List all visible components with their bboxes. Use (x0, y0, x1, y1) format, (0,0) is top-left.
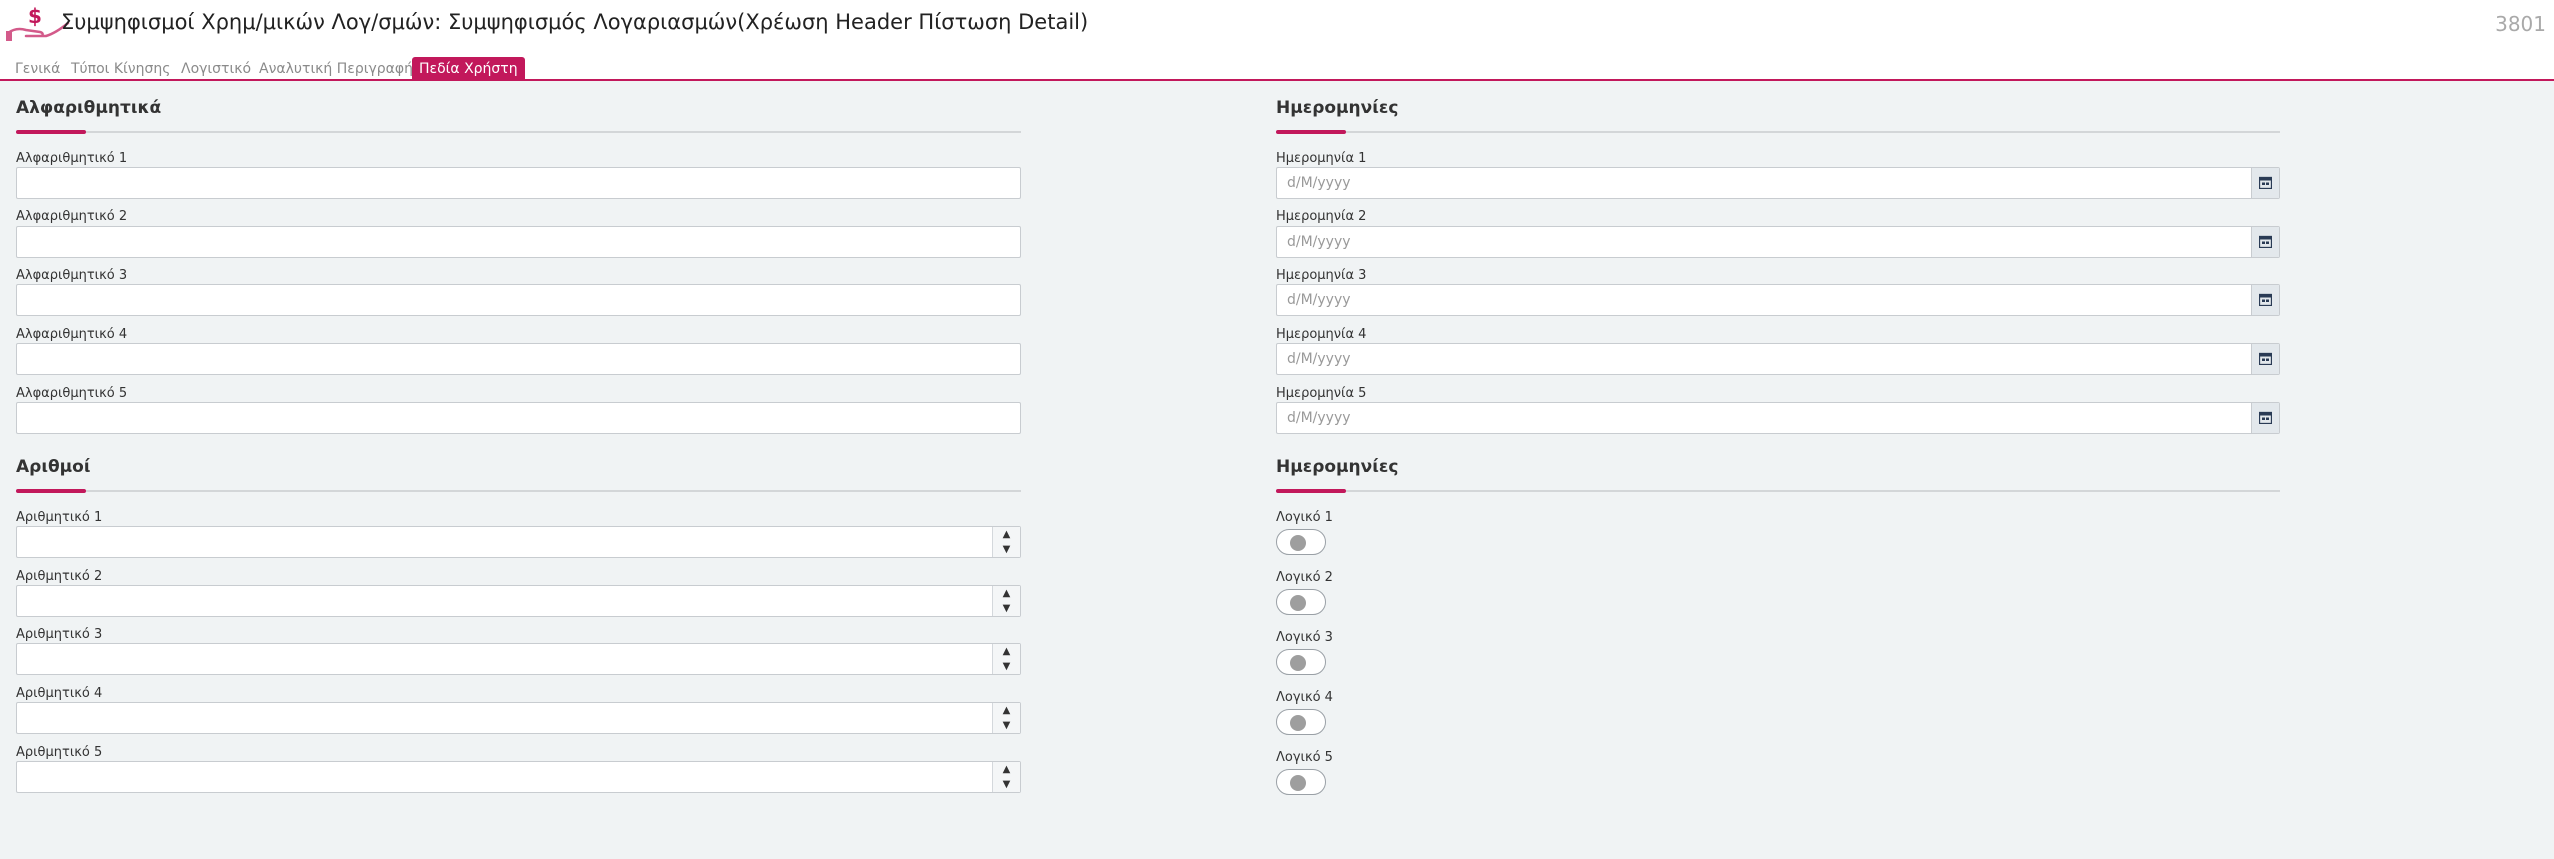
tab-user-fields[interactable]: Πεδία Χρήστη (412, 57, 525, 81)
tab-bar: Γενικά Τύποι Κίνησης Λογιστικό Αναλυτική… (0, 55, 2554, 81)
section-divider (1276, 130, 2280, 134)
boolean-label-3: Λογικό 3 (1276, 630, 1333, 645)
spin-up-icon[interactable]: ▲ (993, 703, 1020, 718)
section-title-numbers: Αριθμοί (16, 457, 91, 477)
spin-down-icon[interactable]: ▼ (993, 718, 1020, 733)
section-divider (16, 130, 1021, 134)
alpha-input-2[interactable] (16, 226, 1021, 258)
date-label-5: Ημερομηνία 5 (1276, 386, 1367, 401)
boolean-toggle-2[interactable] (1276, 589, 1326, 615)
boolean-toggle-3[interactable] (1276, 649, 1326, 675)
number-spinner: ▲ ▼ (992, 586, 1020, 616)
boolean-label-1: Λογικό 1 (1276, 510, 1333, 525)
number-input-4[interactable]: ▲ ▼ (16, 702, 1021, 734)
number-label-1: Αριθμητικό 1 (16, 510, 103, 525)
boolean-toggle-5[interactable] (1276, 769, 1326, 795)
date-placeholder: d/M/yyyy (1287, 175, 1351, 191)
boolean-toggle-1[interactable] (1276, 529, 1326, 555)
alpha-label-1: Αλφαριθμητικό 1 (16, 151, 128, 166)
page-header: $ Συμψηφισμοί Χρημ/μικών Λογ/σμών: Συμψη… (0, 0, 2554, 56)
tab-movement-types[interactable]: Τύποι Κίνησης (71, 57, 170, 81)
number-spinner: ▲ ▼ (992, 644, 1020, 674)
section-title-alphanumeric: Αλφαριθμητικά (16, 98, 162, 118)
tab-analytic-description[interactable]: Αναλυτική Περιγραφή (259, 57, 413, 81)
alpha-label-4: Αλφαριθμητικό 4 (16, 327, 128, 342)
calendar-button[interactable] (2251, 285, 2279, 315)
date-label-4: Ημερομηνία 4 (1276, 327, 1367, 342)
boolean-label-2: Λογικό 2 (1276, 570, 1333, 585)
calendar-icon (2259, 411, 2272, 424)
number-label-5: Αριθμητικό 5 (16, 745, 103, 760)
spin-down-icon[interactable]: ▼ (993, 542, 1020, 557)
calendar-button[interactable] (2251, 227, 2279, 257)
number-input-3[interactable]: ▲ ▼ (16, 643, 1021, 675)
number-spinner: ▲ ▼ (992, 703, 1020, 733)
tab-general[interactable]: Γενικά (15, 57, 60, 81)
section-divider (16, 489, 1021, 493)
alpha-label-5: Αλφαριθμητικό 5 (16, 386, 128, 401)
number-label-4: Αριθμητικό 4 (16, 686, 103, 701)
section-divider (1276, 489, 2280, 493)
calendar-button[interactable] (2251, 403, 2279, 433)
calendar-button[interactable] (2251, 344, 2279, 374)
number-input-2[interactable]: ▲ ▼ (16, 585, 1021, 617)
number-spinner: ▲ ▼ (992, 527, 1020, 557)
record-id: 3801 (2495, 12, 2546, 36)
alpha-label-2: Αλφαριθμητικό 2 (16, 209, 128, 224)
spin-down-icon[interactable]: ▼ (993, 601, 1020, 616)
page-title: Συμψηφισμοί Χρημ/μικών Λογ/σμών: Συμψηφι… (61, 10, 1089, 34)
number-label-3: Αριθμητικό 3 (16, 627, 103, 642)
boolean-label-4: Λογικό 4 (1276, 690, 1333, 705)
section-title-dates: Ημερομηνίες (1276, 98, 1399, 118)
spin-down-icon[interactable]: ▼ (993, 659, 1020, 674)
spin-up-icon[interactable]: ▲ (993, 644, 1020, 659)
date-input-2[interactable]: d/M/yyyy (1276, 226, 2280, 258)
calendar-icon (2259, 176, 2272, 189)
spin-down-icon[interactable]: ▼ (993, 777, 1020, 792)
date-label-3: Ημερομηνία 3 (1276, 268, 1367, 283)
calendar-button[interactable] (2251, 168, 2279, 198)
number-input-5[interactable]: ▲ ▼ (16, 761, 1021, 793)
date-placeholder: d/M/yyyy (1287, 351, 1351, 367)
date-label-1: Ημερομηνία 1 (1276, 151, 1367, 166)
date-placeholder: d/M/yyyy (1287, 292, 1351, 308)
section-title-booleans: Ημερομηνίες (1276, 457, 1399, 477)
date-input-3[interactable]: d/M/yyyy (1276, 284, 2280, 316)
date-input-5[interactable]: d/M/yyyy (1276, 402, 2280, 434)
number-label-2: Αριθμητικό 2 (16, 569, 103, 584)
date-label-2: Ημερομηνία 2 (1276, 209, 1367, 224)
alpha-input-5[interactable] (16, 402, 1021, 434)
svg-text:$: $ (28, 4, 42, 28)
calendar-icon (2259, 235, 2272, 248)
spin-up-icon[interactable]: ▲ (993, 586, 1020, 601)
tab-accounting[interactable]: Λογιστικό (181, 57, 251, 81)
number-input-1[interactable]: ▲ ▼ (16, 526, 1021, 558)
date-input-4[interactable]: d/M/yyyy (1276, 343, 2280, 375)
calendar-icon (2259, 352, 2272, 365)
date-input-1[interactable]: d/M/yyyy (1276, 167, 2280, 199)
alpha-input-3[interactable] (16, 284, 1021, 316)
number-spinner: ▲ ▼ (992, 762, 1020, 792)
date-placeholder: d/M/yyyy (1287, 234, 1351, 250)
date-placeholder: d/M/yyyy (1287, 410, 1351, 426)
alpha-input-1[interactable] (16, 167, 1021, 199)
spin-up-icon[interactable]: ▲ (993, 762, 1020, 777)
spin-up-icon[interactable]: ▲ (993, 527, 1020, 542)
boolean-toggle-4[interactable] (1276, 709, 1326, 735)
boolean-label-5: Λογικό 5 (1276, 750, 1333, 765)
alpha-input-4[interactable] (16, 343, 1021, 375)
alpha-label-3: Αλφαριθμητικό 3 (16, 268, 128, 283)
calendar-icon (2259, 293, 2272, 306)
